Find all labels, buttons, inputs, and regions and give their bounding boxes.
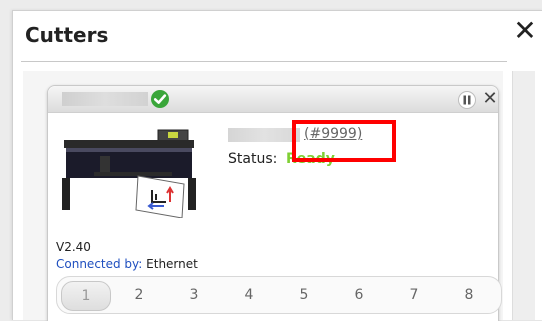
- cutters-list: ✕ (#9999) Status: Ready V2.40 Connected …: [23, 71, 503, 321]
- cutters-dialog: Cutters ✕ ✕ (#9999) Status: Ready V2.40 …: [12, 10, 542, 321]
- page-1-button[interactable]: 1: [61, 281, 111, 311]
- firmware-version: V2.40: [56, 240, 91, 254]
- page-5-button[interactable]: 5: [280, 281, 328, 309]
- highlight-box: [292, 120, 396, 162]
- page-8-button[interactable]: 8: [445, 281, 493, 309]
- remove-cutter-icon[interactable]: ✕: [480, 88, 500, 110]
- page-6-button[interactable]: 6: [335, 281, 383, 309]
- cutter-name-redacted: [62, 92, 148, 106]
- page-2-button[interactable]: 2: [115, 281, 163, 309]
- page-3-button[interactable]: 3: [170, 281, 218, 309]
- page-4-button[interactable]: 4: [225, 281, 273, 309]
- pause-icon[interactable]: [458, 91, 476, 109]
- page-7-button[interactable]: 7: [390, 281, 438, 309]
- scrollbar-track[interactable]: [512, 71, 535, 320]
- cutter-model-redacted: [228, 128, 300, 142]
- close-icon[interactable]: ✕: [511, 17, 539, 45]
- title-divider: [21, 61, 507, 62]
- cutter-card: ✕ (#9999) Status: Ready V2.40 Connected …: [47, 85, 502, 321]
- card-header: ✕: [48, 86, 498, 113]
- cutter-device-image: [62, 129, 196, 218]
- dialog-title: Cutters: [25, 23, 109, 47]
- connection-type: Ethernet: [146, 257, 198, 271]
- page-selector: 1 2 3 4 5 6 7 8: [56, 276, 502, 314]
- status-label: Status:: [228, 151, 278, 167]
- check-circle-icon: [151, 90, 169, 108]
- connection-info: Connected by: Ethernet: [56, 257, 198, 271]
- connected-by-label: Connected by:: [56, 257, 143, 271]
